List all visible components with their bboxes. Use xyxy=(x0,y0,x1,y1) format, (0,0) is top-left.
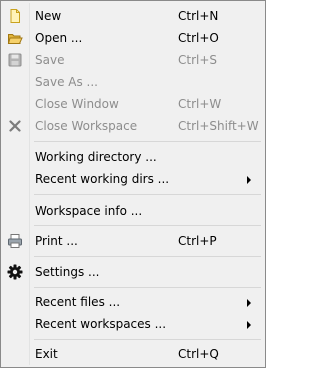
menu-item-label: Close Workspace xyxy=(35,119,138,133)
menu-item-save[interactable]: Save Ctrl+S xyxy=(1,49,265,71)
menu-item-label: Settings ... xyxy=(35,265,100,279)
menu-item-settings[interactable]: Settings ... xyxy=(1,261,265,283)
submenu-arrow-icon xyxy=(247,299,251,307)
printer-icon xyxy=(7,233,23,249)
menu-item-label: Print ... xyxy=(35,234,78,248)
menu-item-label: Save As ... xyxy=(35,75,98,89)
menu-item-label: Workspace info ... xyxy=(35,204,143,218)
menu-item-label: Exit xyxy=(35,347,58,361)
menu-item-label: Save xyxy=(35,53,65,67)
menu-item-close-window[interactable]: Close Window Ctrl+W xyxy=(1,93,265,115)
menu-item-shortcut: Ctrl+N xyxy=(178,9,219,23)
open-folder-icon xyxy=(7,30,23,46)
gear-icon xyxy=(7,264,23,280)
menu-separator xyxy=(34,194,261,195)
menu-item-workspace-info[interactable]: Workspace info ... xyxy=(1,200,265,222)
menu-item-recent-workspaces[interactable]: Recent workspaces ... xyxy=(1,313,265,335)
menu-item-label: Recent files ... xyxy=(35,295,121,309)
menu-item-new[interactable]: New Ctrl+N xyxy=(1,5,265,27)
file-menu: New Ctrl+N Open ... Ctrl+O Save Ctrl+S S… xyxy=(0,0,266,368)
menu-item-shortcut: Ctrl+S xyxy=(178,53,218,67)
menu-item-label: Recent workspaces ... xyxy=(35,317,167,331)
menu-item-shortcut: Ctrl+O xyxy=(178,31,219,45)
menu-separator xyxy=(34,339,261,340)
menu-item-label: Working directory ... xyxy=(35,150,157,164)
close-x-icon xyxy=(7,118,23,134)
submenu-arrow-icon xyxy=(247,321,251,329)
menu-item-print[interactable]: Print ... Ctrl+P xyxy=(1,230,265,252)
menu-item-label: Open ... xyxy=(35,31,83,45)
menu-separator xyxy=(34,141,261,142)
menu-item-label: New xyxy=(35,9,62,23)
menu-separator xyxy=(34,256,261,257)
menu-item-shortcut: Ctrl+P xyxy=(178,234,217,248)
menu-separator xyxy=(34,287,261,288)
menu-item-close-workspace[interactable]: Close Workspace Ctrl+Shift+W xyxy=(1,115,265,137)
menu-item-shortcut: Ctrl+Shift+W xyxy=(178,119,259,133)
submenu-arrow-icon xyxy=(247,176,251,184)
menu-item-shortcut: Ctrl+W xyxy=(178,97,222,111)
menu-separator xyxy=(34,225,261,226)
menu-item-recent-working-dirs[interactable]: Recent working dirs ... xyxy=(1,168,265,190)
menu-item-label: Close Window xyxy=(35,97,119,111)
save-disk-icon xyxy=(7,52,23,68)
menu-item-label: Recent working dirs ... xyxy=(35,172,170,186)
menu-item-shortcut: Ctrl+Q xyxy=(178,347,219,361)
menu-item-working-directory[interactable]: Working directory ... xyxy=(1,146,265,168)
menu-item-recent-files[interactable]: Recent files ... xyxy=(1,291,265,313)
menu-item-exit[interactable]: Exit Ctrl+Q xyxy=(1,343,265,365)
menu-item-save-as[interactable]: Save As ... xyxy=(1,71,265,93)
new-document-icon xyxy=(7,8,23,24)
menu-item-open[interactable]: Open ... Ctrl+O xyxy=(1,27,265,49)
